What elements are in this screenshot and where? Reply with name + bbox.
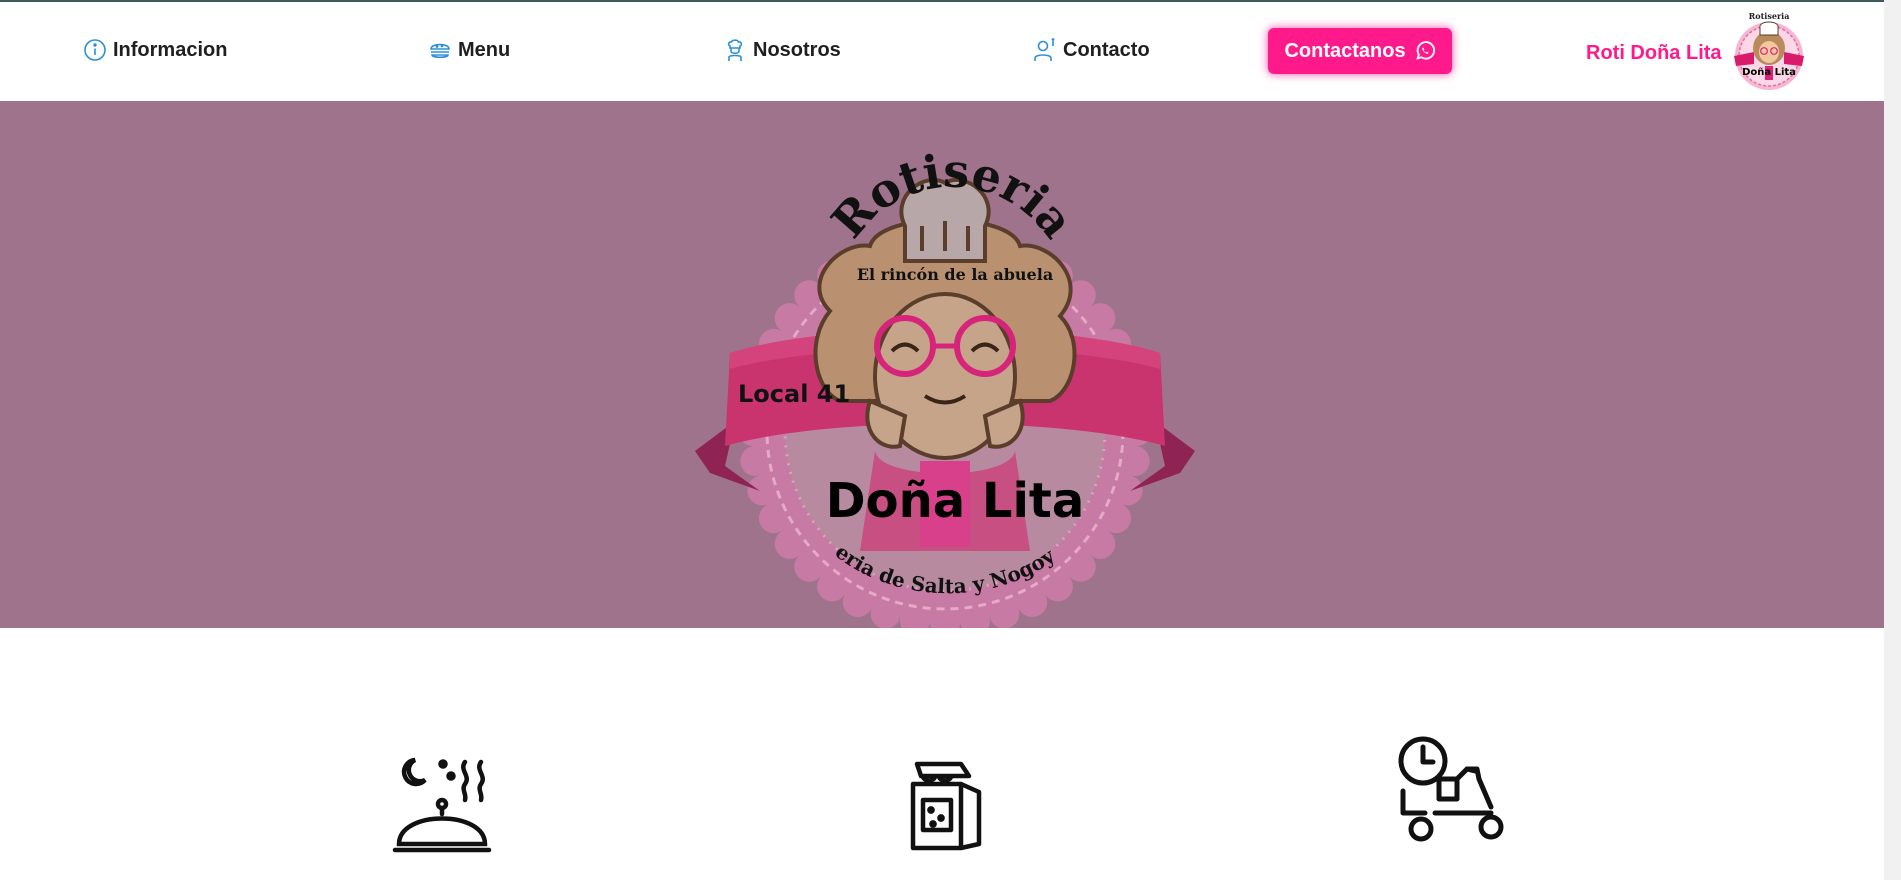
badge-scallop [740, 446, 771, 477]
delivery-scooter-icon [1398, 736, 1504, 842]
badge-scallop [1119, 446, 1150, 477]
whatsapp-icon [1415, 41, 1435, 60]
grandma-logo-icon: Rotiseria Doña Lita [1733, 11, 1804, 90]
logo-ribbon-text: Local 41 [738, 380, 850, 408]
takeaway-bag-icon [910, 761, 982, 851]
scrollbar[interactable] [1884, 0, 1901, 880]
nav-item-informacion[interactable]: Informacion [83, 38, 227, 62]
feature-caption-cutoff [1320, 868, 1580, 880]
contactanos-label: Contactanos [1284, 39, 1406, 62]
info-icon [84, 39, 106, 61]
logo-name: Doña Lita [826, 473, 1084, 529]
nav-item-label: Contacto [1063, 38, 1150, 61]
badge-scallop [1101, 503, 1132, 534]
chef-icon [727, 39, 743, 61]
nav-item-nosotros[interactable]: Nosotros [723, 38, 841, 62]
nav-item-label: Nosotros [753, 38, 841, 61]
badge-scallop [774, 303, 805, 334]
nav-item-contacto[interactable]: Contacto [1033, 38, 1150, 62]
badge-scallop [1085, 528, 1116, 559]
brand-link[interactable]: Roti Doña Lita Rotiseria Doña Lita [1586, 8, 1814, 98]
badge-scallop [794, 551, 825, 582]
logo-tagline: El rincón de la abuela [857, 265, 1053, 284]
badge-scallop [1065, 551, 1096, 582]
svg-text:Rotiseria: Rotiseria [1748, 11, 1789, 21]
badge-scallop [817, 571, 848, 602]
support-agent-icon [1034, 38, 1055, 61]
contactanos-button[interactable]: Contactanos [1268, 28, 1452, 74]
navbar: Informacion Menu Nosotros Contacto Conta… [0, 2, 1884, 101]
serving-cloche-icon [392, 757, 492, 853]
burger-icon [430, 43, 450, 59]
rotiseria-logo: Rotiseria El rincón de la abuela Local 4… [0, 101, 1195, 628]
hero-banner: Rotiseria El rincón de la abuela Local 4… [0, 101, 1884, 628]
badge-scallop [842, 587, 873, 618]
nav-item-label: Menu [458, 38, 511, 61]
brand-name: Roti Doña Lita [1586, 41, 1722, 64]
nav-item-menu[interactable]: Menu [428, 38, 510, 62]
svg-text:Doña Lita: Doña Lita [1742, 67, 1796, 78]
nav-item-label: Informacion [113, 38, 228, 61]
